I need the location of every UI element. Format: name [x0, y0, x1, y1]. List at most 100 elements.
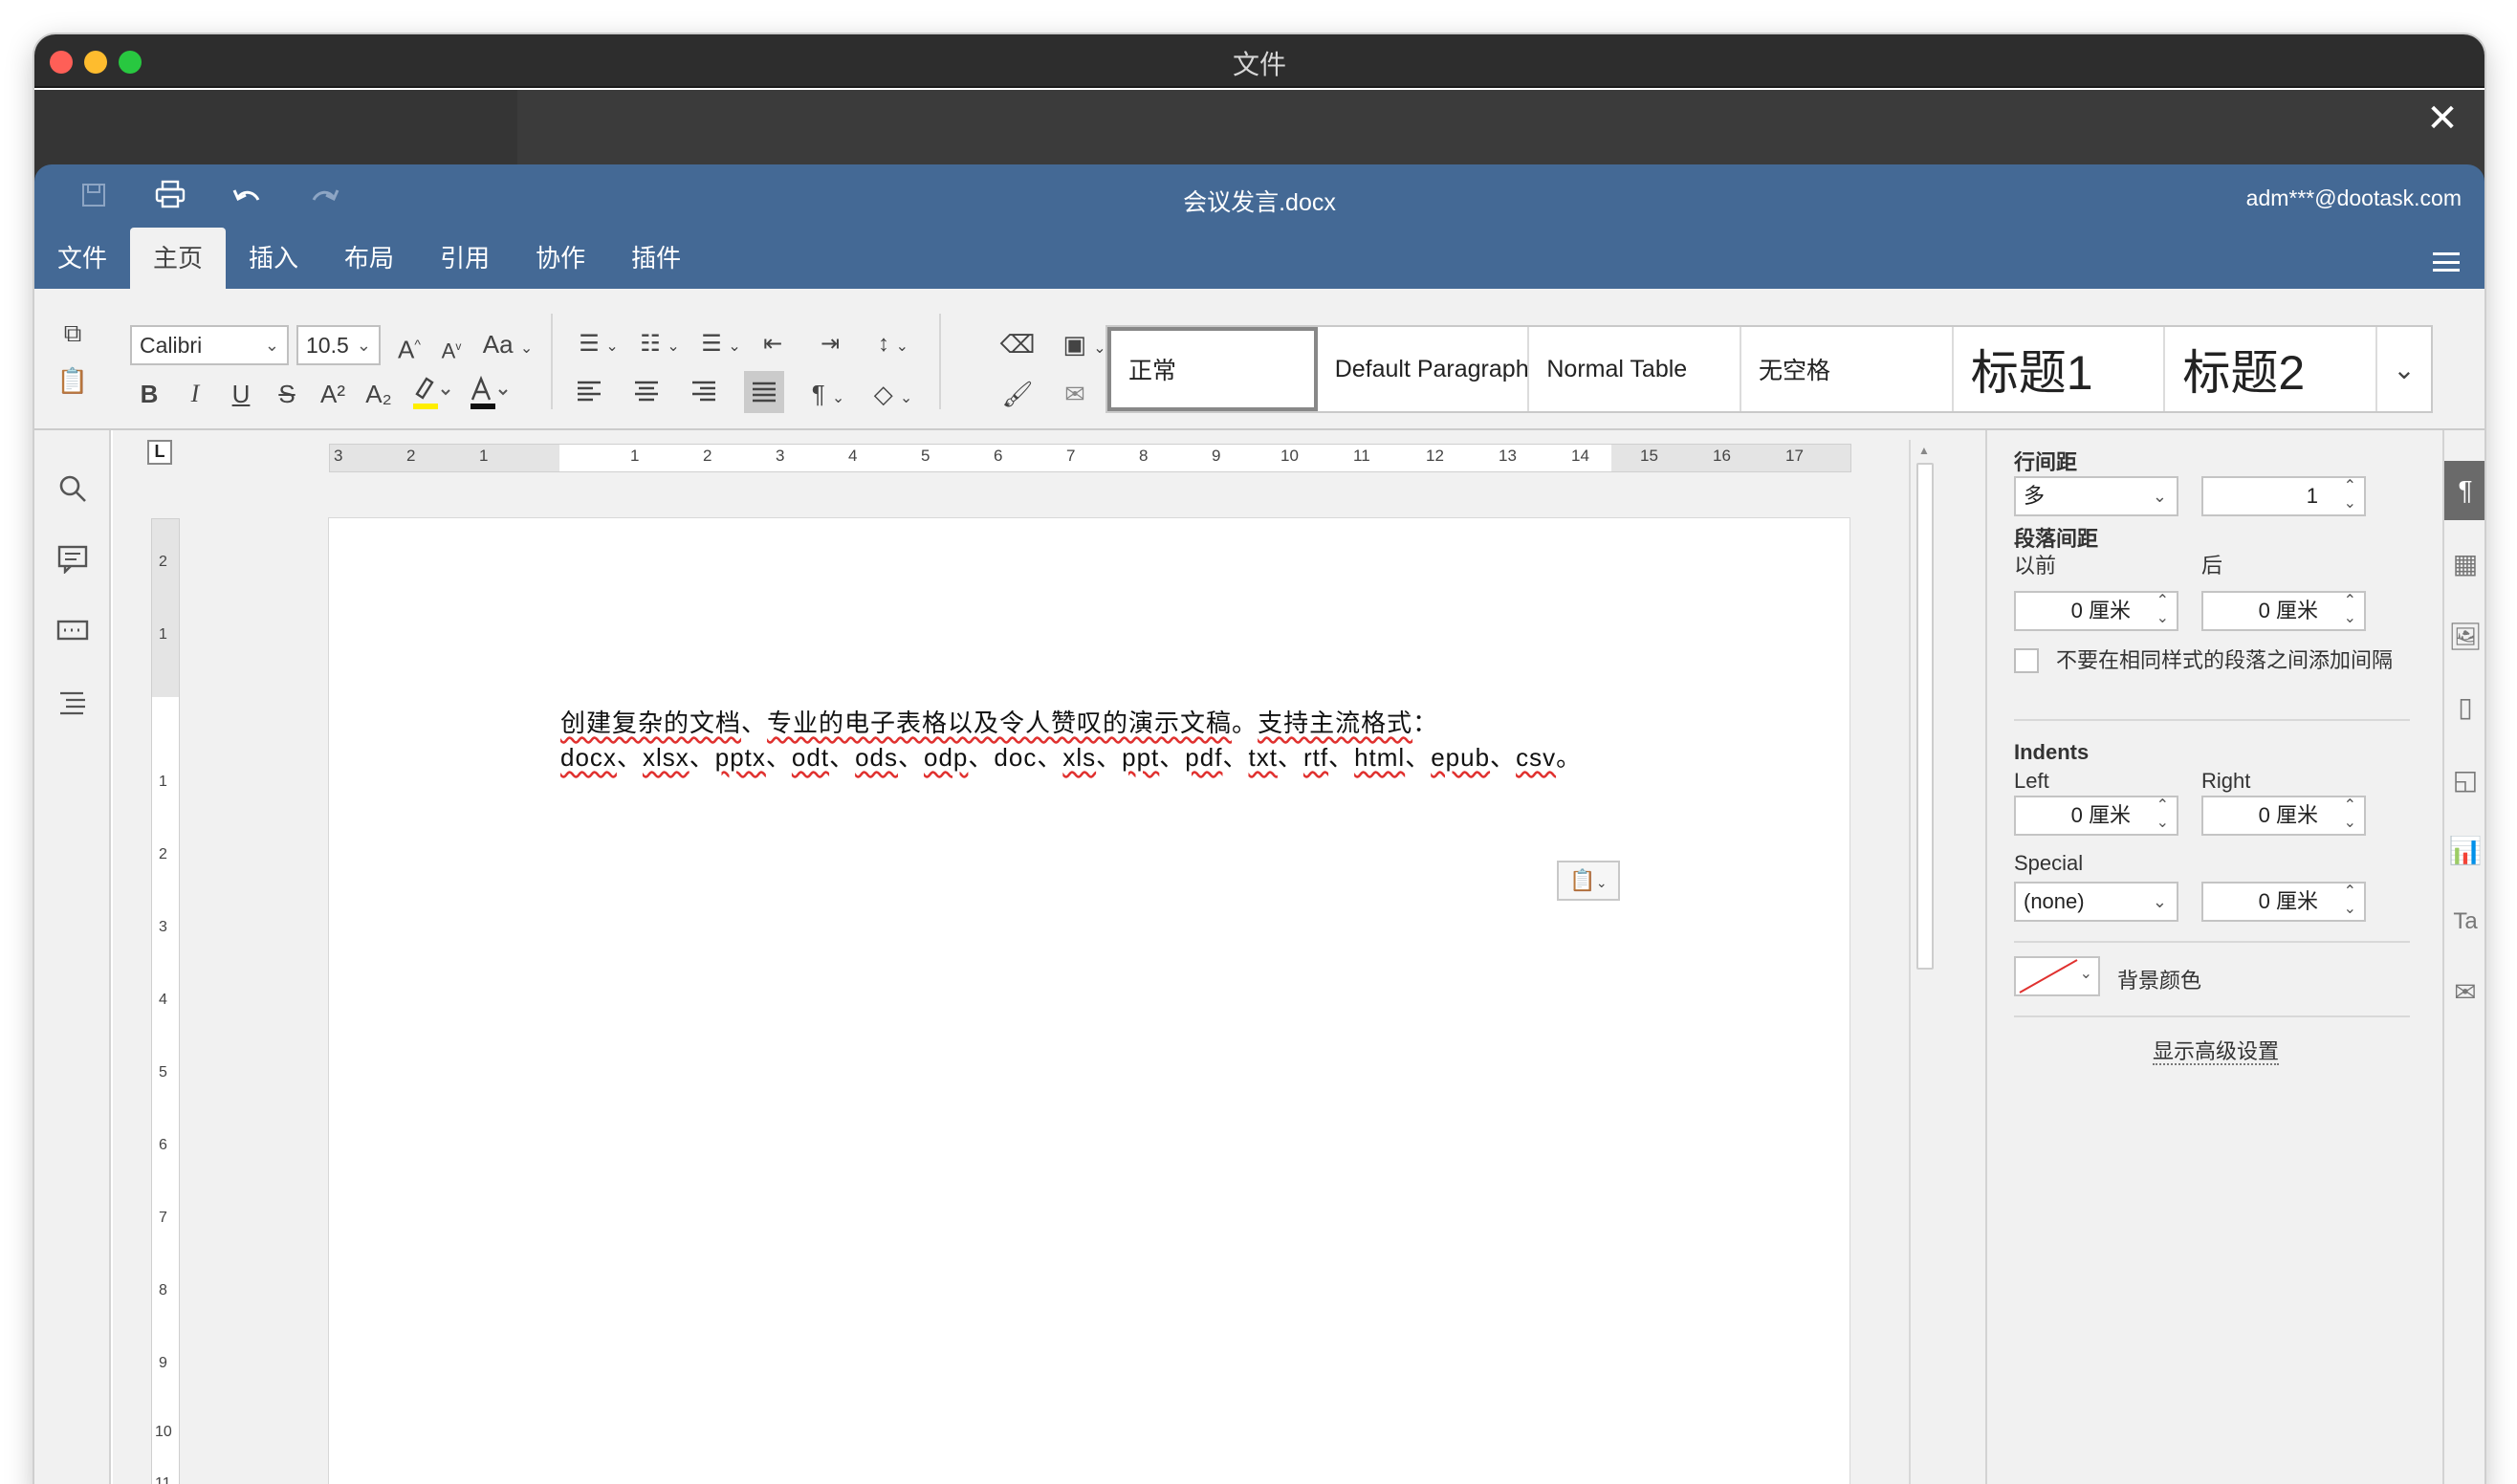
- show-advanced-settings-link[interactable]: 显示高级设置: [1987, 1035, 2444, 1065]
- ruler-tick: 6: [159, 1137, 167, 1153]
- text-run: 、: [765, 743, 792, 772]
- no-space-checkbox[interactable]: [2014, 648, 2039, 673]
- stepper-icon[interactable]: ⌃ ⌄: [2156, 593, 2169, 627]
- change-case-button[interactable]: Aa ⌄: [474, 325, 541, 363]
- mail-merge-icon[interactable]: ✉: [1056, 375, 1094, 413]
- format-painter-icon[interactable]: 🖌: [998, 375, 1037, 413]
- chart-settings-icon[interactable]: 📊: [2444, 832, 2484, 870]
- indent-right-input[interactable]: 0 厘米 ⌃ ⌄: [2201, 796, 2366, 836]
- copy-icon[interactable]: ⧉: [54, 314, 92, 352]
- style-heading-2[interactable]: 标题2: [2165, 327, 2378, 411]
- chat-icon[interactable]: [54, 618, 92, 656]
- eraser-icon[interactable]: ⌫: [998, 325, 1037, 363]
- line-spacing-button[interactable]: ↕ ⌄: [865, 325, 922, 363]
- vertical-ruler[interactable]: 2 1 1 2 3 4 5 6 7 8 9 10 11: [151, 518, 180, 1484]
- shrink-font-button[interactable]: Av: [432, 327, 471, 365]
- tab-plugins[interactable]: 插件: [608, 228, 704, 291]
- stepper-icon[interactable]: ⌃ ⌄: [2156, 797, 2169, 832]
- tab-references[interactable]: 引用: [417, 228, 513, 291]
- text-art-icon[interactable]: Ta: [2444, 903, 2484, 941]
- spacing-before-input[interactable]: 0 厘米 ⌃ ⌄: [2014, 591, 2178, 631]
- ruler-tick: 7: [159, 1210, 167, 1226]
- background-color-picker[interactable]: ⌄: [2014, 956, 2100, 996]
- bold-button[interactable]: B: [130, 375, 168, 413]
- multilevel-list-button[interactable]: ☰ ⌄: [692, 325, 750, 363]
- vertical-scrollbar[interactable]: ▲: [1909, 440, 1936, 1484]
- decrease-indent-button[interactable]: ⇤: [754, 325, 792, 363]
- document-canvas: L 3 2 1 1 2 3 4 5 6 7 8 9 10 11 12 13 14…: [113, 430, 1993, 1484]
- style-heading-1[interactable]: 标题1: [1954, 327, 2166, 411]
- mail-merge-settings-icon[interactable]: ✉: [2444, 973, 2484, 1012]
- font-size-select[interactable]: 10.5 ⌄: [296, 325, 381, 365]
- shape-settings-icon[interactable]: ◱: [2444, 761, 2484, 799]
- stepper-icon[interactable]: ⌃ ⌄: [2344, 797, 2356, 832]
- stepper-icon[interactable]: ⌃ ⌄: [2344, 478, 2356, 513]
- user-account[interactable]: adm***@dootask.com: [2246, 186, 2462, 211]
- header-footer-icon[interactable]: ▯: [2444, 688, 2484, 727]
- tab-insert[interactable]: 插入: [226, 228, 321, 291]
- navigation-icon[interactable]: [54, 688, 92, 727]
- tab-stop-selector[interactable]: L: [147, 440, 172, 465]
- paste-icon[interactable]: 📋: [54, 361, 92, 400]
- background-color-label: 背景颜色: [2117, 969, 2202, 993]
- bullet-list-button[interactable]: ☰ ⌄: [570, 325, 627, 363]
- tab-layout[interactable]: 布局: [321, 228, 417, 291]
- stepper-icon[interactable]: ⌃ ⌄: [2344, 593, 2356, 627]
- menu-icon[interactable]: [2433, 252, 2460, 272]
- paragraph-marks-button[interactable]: ¶ ⌄: [799, 375, 857, 413]
- text-run: epub: [1431, 743, 1491, 772]
- color-scheme-button[interactable]: ▣ ⌄: [1056, 325, 1113, 363]
- chevron-down-icon[interactable]: ⌄: [2377, 327, 2431, 411]
- justify-button[interactable]: [744, 371, 784, 413]
- text-run: pdf: [1185, 743, 1223, 772]
- shading-button[interactable]: ◇ ⌄: [865, 375, 922, 413]
- underline-button[interactable]: U: [222, 375, 260, 413]
- increase-indent-button[interactable]: ⇥: [811, 325, 849, 363]
- align-left-button[interactable]: [570, 375, 608, 413]
- style-normal[interactable]: 正常: [1107, 327, 1318, 411]
- superscript-button[interactable]: A²: [314, 375, 352, 413]
- special-indent-amount-input[interactable]: 0 厘米 ⌃ ⌄: [2201, 882, 2366, 922]
- app-window: 文件 ✕ 会议发言.docx adm***@dootask.com 文件 主页 …: [34, 34, 2484, 1484]
- strikethrough-button[interactable]: S: [268, 375, 306, 413]
- spacing-after-input[interactable]: 0 厘米 ⌃ ⌄: [2201, 591, 2366, 631]
- font-color-button[interactable]: [461, 373, 514, 411]
- align-right-button[interactable]: [685, 375, 723, 413]
- numbered-list-button[interactable]: ☷ ⌄: [631, 325, 689, 363]
- document-page[interactable]: 创建复杂的文档、专业的电子表格以及令人赞叹的演示文稿。支持主流格式： docx、…: [329, 518, 1849, 1484]
- highlight-color-button[interactable]: [404, 373, 457, 411]
- indent-left-input[interactable]: 0 厘米 ⌃ ⌄: [2014, 796, 2178, 836]
- horizontal-ruler[interactable]: 3 2 1 1 2 3 4 5 6 7 8 9 10 11 12 13 14 1…: [329, 444, 1851, 472]
- tab-home[interactable]: 主页: [130, 228, 227, 291]
- grow-font-button[interactable]: A^: [390, 325, 428, 364]
- align-center-button[interactable]: [627, 375, 666, 413]
- subscript-button[interactable]: A₂: [360, 375, 398, 413]
- ruler-tick: 15: [1640, 447, 1658, 465]
- font-name-select[interactable]: Calibri ⌄: [130, 325, 289, 365]
- image-settings-icon[interactable]: 🖼: [2444, 618, 2484, 656]
- tab-collaboration[interactable]: 协作: [513, 228, 608, 291]
- style-default-paragraph[interactable]: Default Paragraph: [1318, 327, 1530, 411]
- line-spacing-mode-select[interactable]: 多 ⌄: [2014, 476, 2178, 516]
- window-titlebar: 文件: [34, 34, 2484, 88]
- style-normal-table[interactable]: Normal Table: [1529, 327, 1742, 411]
- text-run: pptx: [714, 743, 766, 772]
- italic-button[interactable]: I: [176, 375, 214, 413]
- close-icon[interactable]: ✕: [2423, 99, 2462, 138]
- paragraph-settings-icon[interactable]: ¶: [2444, 461, 2484, 520]
- tab-file[interactable]: 文件: [34, 228, 130, 291]
- text-run: 、: [898, 743, 925, 772]
- scrollbar-thumb[interactable]: [1916, 463, 1934, 970]
- paste-options-button[interactable]: 📋⌄: [1557, 861, 1620, 901]
- comment-icon[interactable]: [54, 545, 92, 583]
- table-settings-icon[interactable]: ▦: [2444, 545, 2484, 583]
- search-icon[interactable]: [54, 474, 92, 513]
- scroll-up-icon[interactable]: ▲: [1918, 444, 1930, 457]
- font-name-value: Calibri: [140, 333, 203, 358]
- stepper-icon[interactable]: ⌃ ⌄: [2344, 884, 2356, 918]
- line-spacing-value-input[interactable]: 1 ⌃ ⌄: [2201, 476, 2366, 516]
- special-indent-select[interactable]: (none) ⌄: [2014, 882, 2178, 922]
- style-no-spacing[interactable]: 无空格: [1741, 327, 1954, 411]
- text-run: 创建复杂的文档: [560, 709, 742, 737]
- document-body[interactable]: 创建复杂的文档、专业的电子表格以及令人赞叹的演示文稿。支持主流格式： docx、…: [560, 706, 1631, 775]
